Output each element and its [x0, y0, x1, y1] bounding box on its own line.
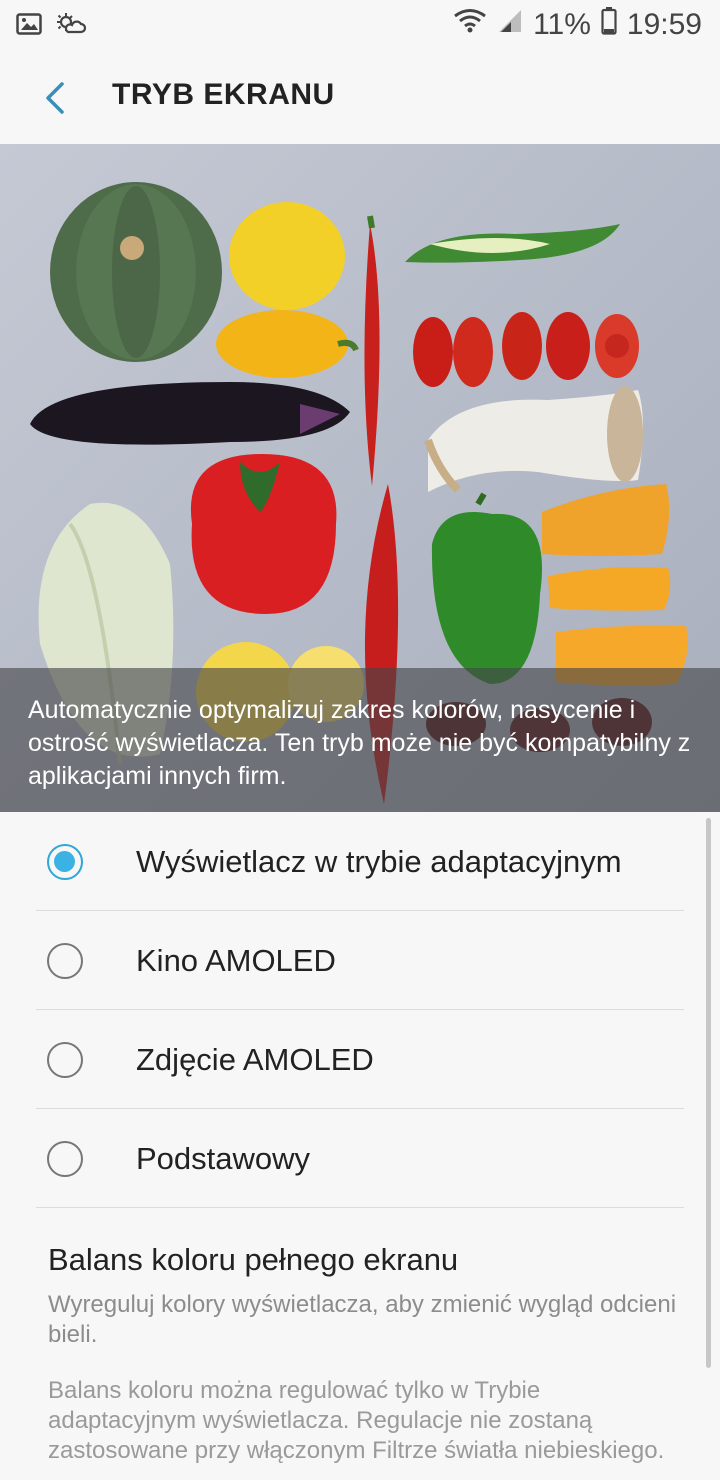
- screen-mode-options: Wyświetlacz w trybie adaptacyjnym Kino A…: [0, 812, 720, 1208]
- full-screen-color-balance[interactable]: Balans koloru pełnego ekranu Wyreguluj k…: [48, 1238, 678, 1350]
- scrollbar[interactable]: [706, 818, 711, 1368]
- option-basic[interactable]: Podstawowy: [0, 1109, 720, 1208]
- radio-button[interactable]: [47, 942, 83, 979]
- option-amoled-photo[interactable]: Zdjęcie AMOLED: [0, 1010, 720, 1109]
- color-balance-title: Balans koloru pełnego ekranu: [48, 1242, 459, 1277]
- status-bar: 11% 19:59: [0, 0, 720, 50]
- option-amoled-cinema[interactable]: Kino AMOLED: [0, 911, 720, 1010]
- battery-percent: 11%: [533, 8, 591, 41]
- preview-caption-overlay: Automatycznie optymalizuj zakres kolorów…: [0, 668, 720, 812]
- radio-button[interactable]: [47, 1140, 83, 1177]
- divider: [36, 1207, 684, 1208]
- option-label: Kino AMOLED: [136, 942, 336, 978]
- option-label: Podstawowy: [136, 1140, 311, 1176]
- page-title: TRYB EKRANU: [112, 78, 335, 111]
- option-label: Wyświetlacz w trybie adaptacyjnym: [136, 843, 622, 879]
- preview-caption: Automatycznie optymalizuj zakres kolorów…: [28, 696, 691, 790]
- wifi-icon: [453, 8, 487, 42]
- back-arrow-icon[interactable]: [36, 76, 76, 120]
- gallery-icon: [16, 10, 42, 44]
- screen-mode-preview: Automatycznie optymalizuj zakres kolorów…: [0, 144, 720, 812]
- radio-button-selected[interactable]: [47, 843, 83, 880]
- app-bar: TRYB EKRANU: [0, 50, 720, 144]
- weather-icon: [56, 10, 87, 44]
- option-adaptive-display[interactable]: Wyświetlacz w trybie adaptacyjnym: [0, 812, 720, 911]
- radio-button[interactable]: [47, 1041, 83, 1078]
- option-label: Zdjęcie AMOLED: [136, 1041, 374, 1077]
- battery-icon: [601, 7, 617, 43]
- color-balance-note: Balans koloru można regulować tylko w Tr…: [48, 1377, 665, 1464]
- clock: 19:59: [626, 8, 702, 41]
- signal-icon: [497, 8, 523, 42]
- color-balance-subtitle: Wyreguluj kolory wyświetlacza, aby zmien…: [48, 1291, 677, 1348]
